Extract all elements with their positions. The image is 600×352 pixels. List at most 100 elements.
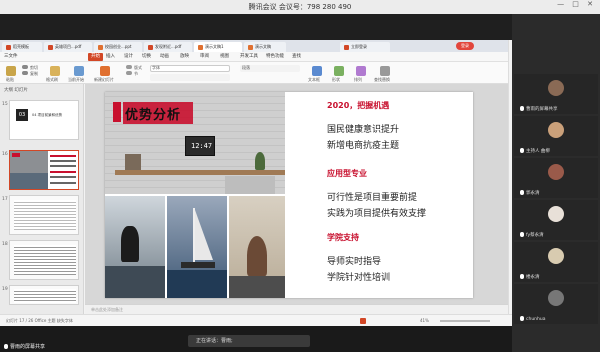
menu-file[interactable]: 三文件 [4,53,18,61]
status-bar: 幻灯片 17 / 26 Office 主题 缺失字体 41% [0,314,512,326]
ribbon-toolbar: 粘贴 剪切 复制 格式刷 当前开始 新建幻灯片 版式 节 字体 段落 文本框 形… [0,62,512,84]
section-line: 国民健康意识提升 [327,125,400,135]
login-button[interactable]: 登录 [456,42,474,50]
slide-number: 19 [2,287,8,292]
font-selector[interactable] [150,65,230,72]
ground [229,276,285,298]
thumb-line [50,182,76,184]
person-silhouette [247,236,267,276]
menu-review[interactable]: 审阅 [200,53,209,61]
woman-sitting-photo [105,196,165,298]
menu-transition[interactable]: 切换 [142,53,151,61]
menu-search[interactable]: 查找 [292,53,301,61]
section-icon[interactable] [126,71,132,75]
avatar [548,248,564,264]
section-line: 导师实时指导 [327,257,382,267]
ppt-icon [98,44,103,50]
meeting-title-bar: 腾讯会议 会议号：798 280 490 [0,0,600,14]
section-title-support: 学院支持 [327,233,359,242]
tab-home[interactable]: 稻壳模板 [2,42,42,52]
menu-features[interactable]: 特色功能 [266,53,284,61]
mic-icon [520,106,524,111]
menu-insert[interactable]: 插入 [106,53,115,61]
avatar [548,164,564,180]
menu-devtools[interactable]: 开发工具 [240,53,258,61]
layout-icon[interactable] [126,65,132,69]
section-line: 新增电商抗疫主题 [327,141,400,151]
doc-icon [344,44,349,50]
ribbon-menu-bar: 三文件 开始 插入 设计 切换 动画 放映 审阅 视图 开发工具 特色功能 查找 [0,52,512,62]
slide-number: 18 [2,242,8,247]
format-painter-icon[interactable] [50,66,60,76]
avatar [548,206,564,222]
paste-icon[interactable] [6,66,16,76]
participant-tile[interactable]: 郭永清 [514,158,598,198]
lamp [125,154,141,170]
menu-design[interactable]: 设计 [124,53,133,61]
tab-doc-active[interactable]: 演示文稿1 [194,42,242,52]
thumb-line [50,171,76,173]
sail [195,210,213,260]
play-icon[interactable] [360,318,366,324]
outline-slide-tabs[interactable]: 大纲 幻灯片 [4,87,28,93]
sailboat-photo [167,196,227,298]
cut-icon[interactable] [22,65,28,69]
tab-doc-5[interactable]: 演示文稿 [244,42,286,52]
thumb-line [50,176,76,178]
slide-thumbnail[interactable] [9,195,79,235]
textbox-icon[interactable] [312,66,322,76]
slide-thumbnail[interactable]: 03 04 项目前景和优势 [9,100,79,140]
menu-view[interactable]: 视图 [220,53,229,61]
window-controls[interactable]: — □ ✕ [557,0,596,14]
document-tab-bar: 稻壳模板 英雄项目...pdf 校园创业...ppt 发现附近...pdf 演示… [0,40,512,52]
meeting-title: 腾讯会议 会议号：798 280 490 [248,3,352,11]
participant-name: 曹雨的屏幕共享 [520,106,558,112]
drawer [225,176,275,194]
play-from-current-icon[interactable] [74,66,84,76]
thumb-table [14,289,76,303]
participant-tile[interactable]: 曹雨的屏幕共享 [514,74,598,114]
mic-icon [520,316,524,321]
cheering-woman-photo [229,196,285,298]
ppt-icon [198,44,203,50]
copy-icon[interactable] [22,71,28,75]
thumb-accent [12,153,20,157]
participant-tile[interactable]: chunhua [514,284,598,324]
mic-icon [520,274,524,279]
speaking-indicator: 正在讲话：曹雨; [188,335,310,347]
pdf-icon [48,44,53,50]
current-slide[interactable]: 12:47 优势分析 2020，把握机遇 国民健康意识提升 新增电商抗疫主题 应… [105,92,473,298]
tab-doc-2[interactable]: 校园创业...ppt [94,42,142,52]
new-slide-icon[interactable] [100,66,110,76]
plant [255,152,265,170]
pdf-icon [148,44,153,50]
section-title-opportunity: 2020，把握机遇 [327,101,390,110]
thumb-line [50,160,76,162]
notes-pane[interactable]: 单击此处添加备注 [85,304,512,314]
participant-tile[interactable]: 主持人 曲柳 [514,116,598,156]
find-replace-icon[interactable] [380,66,390,76]
slide-thumbnail-selected[interactable] [9,150,79,190]
section-line: 可行性是项目重要前提 [327,193,418,203]
tab-doc-3[interactable]: 发现附近...pdf [144,42,192,52]
menu-home[interactable]: 开始 [88,53,103,61]
font-format-row[interactable] [150,74,230,81]
zoom-slider[interactable] [440,320,490,322]
slide-number: 17 [2,197,8,202]
slide-thumbnail[interactable] [9,240,79,280]
participant-name: 主持人 曲柳 [520,148,550,154]
arrange-icon[interactable] [356,66,366,76]
shape-icon[interactable] [334,66,344,76]
slide-thumbnail[interactable] [9,285,79,305]
avatar [548,122,564,138]
menu-slideshow[interactable]: 放映 [180,53,189,61]
monitor-screen: 12:47 [185,136,215,156]
person-silhouette [121,226,139,262]
thumb-table [14,245,76,275]
tab-doc-6[interactable]: 立即登录 [340,42,390,52]
rocks [105,266,165,298]
menu-animation[interactable]: 动画 [160,53,169,61]
participant-tile[interactable]: 楼永清 [514,242,598,282]
participant-tile[interactable]: fy蔡永清 [514,200,598,240]
tab-doc-1[interactable]: 英雄项目...pdf [44,42,92,52]
